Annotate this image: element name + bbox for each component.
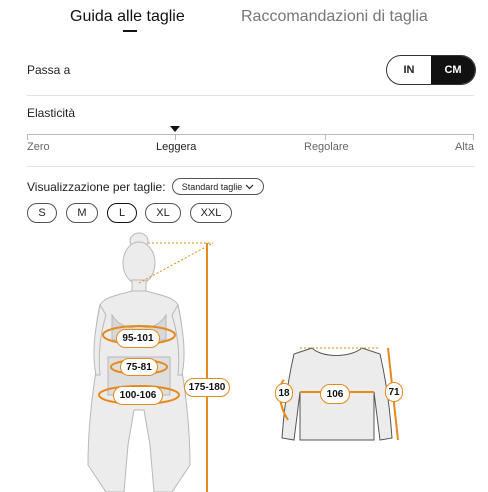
hips-measurement: 100-106: [113, 386, 163, 405]
size-option-xl[interactable]: XL: [145, 203, 181, 223]
dropdown-value: Standard taglie: [181, 181, 243, 192]
elasticity-label: Elasticità: [27, 106, 76, 120]
length-measurement: 71: [385, 382, 403, 402]
elasticity-level-high: Alta: [455, 141, 474, 153]
size-view-label: Visualizzazione per taglie:: [27, 180, 166, 194]
unit-in-button[interactable]: IN: [387, 56, 431, 84]
sleeve-measurement: 18: [275, 383, 293, 403]
tab-bar: Guida alle taglie Raccomandazioni di tag…: [0, 0, 488, 38]
elasticity-level-zero: Zero: [27, 141, 50, 153]
elasticity-level-regular: Regolare: [304, 141, 349, 153]
unit-switch-label: Passa a: [27, 63, 71, 77]
divider: [27, 166, 474, 167]
bust-measurement: 95-101: [116, 329, 160, 348]
height-measurement: 175-180: [184, 378, 230, 397]
elasticity-scale: [27, 134, 474, 135]
size-option-xxl[interactable]: XXL: [190, 203, 232, 223]
divider: [27, 95, 474, 96]
chevron-down-icon: [245, 184, 254, 189]
size-option-l[interactable]: L: [107, 203, 137, 223]
tab-size-guide[interactable]: Guida alle taglie: [70, 8, 185, 26]
unit-toggle: IN CM: [386, 55, 476, 85]
elasticity-level-slight: Leggera: [156, 141, 197, 153]
unit-cm-button[interactable]: CM: [431, 56, 475, 84]
scale-tick: [325, 135, 326, 140]
tab-size-recommendations[interactable]: Raccomandazioni di taglia: [241, 8, 428, 26]
width-measurement: 106: [320, 384, 350, 404]
size-option-s[interactable]: S: [27, 203, 57, 223]
scale-tick: [27, 135, 28, 140]
elasticity-marker-icon: [170, 126, 180, 132]
waist-measurement: 75-81: [120, 358, 158, 376]
active-tab-indicator: [123, 30, 137, 32]
size-standard-dropdown[interactable]: Standard taglie: [172, 178, 264, 195]
size-option-m[interactable]: M: [66, 203, 98, 223]
scale-tick: [175, 135, 176, 140]
scale-tick: [473, 135, 474, 140]
